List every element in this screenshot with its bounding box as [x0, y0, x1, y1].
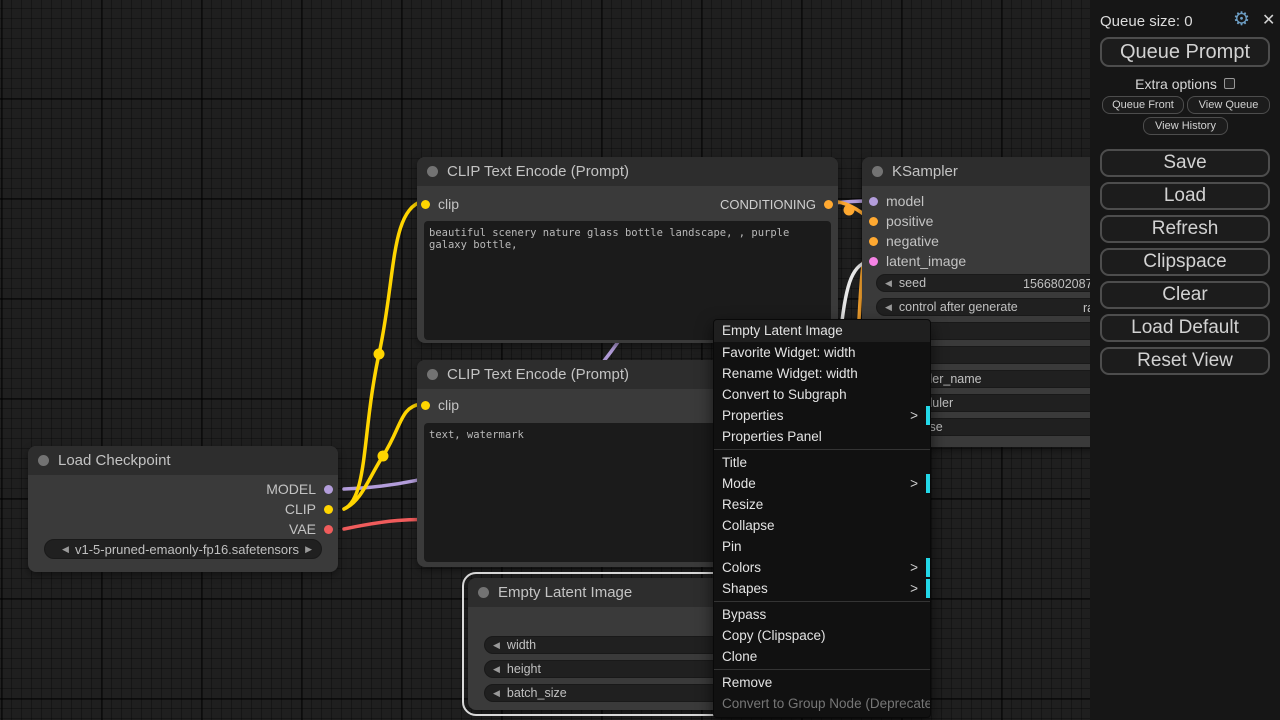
extra-options-label: Extra options — [1135, 76, 1217, 92]
conditioning-port-icon[interactable] — [869, 237, 878, 246]
submenu-arrow-icon — [910, 557, 918, 578]
menu-item-convert-to-group-node: Convert to Group Node (Deprecated) — [714, 693, 930, 714]
input-slot-clip[interactable]: clip — [417, 194, 627, 214]
context-menu: Empty Latent Image Favorite Widget: widt… — [713, 319, 931, 718]
comfyui-workspace: CLIP Text Encode (Prompt) clip CONDITION… — [0, 0, 1280, 720]
collapse-dot-icon[interactable] — [38, 455, 49, 466]
clipspace-button[interactable]: Clipspace — [1100, 248, 1270, 276]
output-slot-model[interactable]: MODEL — [28, 479, 338, 499]
node-title: KSampler — [892, 163, 958, 180]
decrement-arrow-icon[interactable] — [493, 689, 500, 698]
decrement-arrow-icon[interactable] — [493, 641, 500, 650]
node-title: CLIP Text Encode (Prompt) — [447, 366, 629, 383]
collapse-dot-icon[interactable] — [478, 587, 489, 598]
menu-item-properties-panel[interactable]: Properties Panel — [714, 426, 930, 447]
model-port-icon[interactable] — [324, 485, 333, 494]
node-title-bar[interactable]: Load Checkpoint — [28, 446, 338, 475]
menu-item-properties[interactable]: Properties — [714, 405, 930, 426]
menu-item-remove[interactable]: Remove — [714, 672, 930, 693]
menu-item-pin[interactable]: Pin — [714, 536, 930, 557]
menu-item-clone[interactable]: Clone — [714, 646, 930, 667]
clip-port-icon[interactable] — [324, 505, 333, 514]
reset-view-button[interactable]: Reset View — [1100, 347, 1270, 375]
menu-item-shapes[interactable]: Shapes — [714, 578, 930, 599]
output-slot-clip[interactable]: CLIP — [28, 499, 338, 519]
collapse-dot-icon[interactable] — [427, 369, 438, 380]
submenu-accent-bar — [926, 558, 930, 577]
view-history-button[interactable]: View History — [1143, 117, 1228, 135]
node-title-bar[interactable]: CLIP Text Encode (Prompt) — [417, 157, 838, 186]
menu-separator — [714, 669, 930, 670]
menu-item-title[interactable]: Title — [714, 452, 930, 473]
output-slot-vae[interactable]: VAE — [28, 519, 338, 539]
load-default-button[interactable]: Load Default — [1100, 314, 1270, 342]
clear-button[interactable]: Clear — [1100, 281, 1270, 309]
clip-port-icon[interactable] — [421, 200, 430, 209]
submenu-accent-bar — [926, 406, 930, 425]
menu-item-convert-to-subgraph[interactable]: Convert to Subgraph — [714, 384, 930, 405]
save-button[interactable]: Save — [1100, 149, 1270, 177]
prev-option-arrow-icon[interactable] — [62, 545, 69, 554]
menu-item-mode[interactable]: Mode — [714, 473, 930, 494]
vae-port-icon[interactable] — [324, 525, 333, 534]
menu-item-favorite-widget[interactable]: Favorite Widget: width — [714, 342, 930, 363]
queue-sidebar: Queue size: 0 ⚙ ✕ Queue Prompt Extra opt… — [1090, 0, 1280, 720]
latent-port-icon[interactable] — [869, 257, 878, 266]
menu-item-colors[interactable]: Colors — [714, 557, 930, 578]
refresh-button[interactable]: Refresh — [1100, 215, 1270, 243]
decrement-arrow-icon[interactable] — [885, 303, 892, 312]
submenu-arrow-icon — [910, 473, 918, 494]
queue-front-button[interactable]: Queue Front — [1102, 96, 1184, 114]
menu-separator — [714, 601, 930, 602]
context-menu-header: Empty Latent Image — [714, 320, 930, 342]
submenu-arrow-icon — [910, 578, 918, 599]
node-title: Load Checkpoint — [58, 452, 171, 469]
load-button[interactable]: Load — [1100, 182, 1270, 210]
output-slot-conditioning[interactable]: CONDITIONING — [627, 194, 838, 214]
model-port-icon[interactable] — [869, 197, 878, 206]
decrement-arrow-icon[interactable] — [885, 279, 892, 288]
node-load-checkpoint[interactable]: Load Checkpoint MODEL CLIP VAE v1-5-prun… — [28, 446, 338, 572]
extra-options-checkbox[interactable] — [1224, 78, 1235, 89]
submenu-accent-bar — [926, 579, 930, 598]
node-clip-text-encode-positive[interactable]: CLIP Text Encode (Prompt) clip CONDITION… — [417, 157, 838, 343]
menu-item-bypass[interactable]: Bypass — [714, 604, 930, 625]
close-icon[interactable]: ✕ — [1262, 10, 1275, 30]
next-option-arrow-icon[interactable] — [305, 545, 312, 554]
collapse-dot-icon[interactable] — [427, 166, 438, 177]
settings-gear-icon[interactable]: ⚙ — [1233, 8, 1250, 31]
conditioning-port-icon[interactable] — [824, 200, 833, 209]
clip-port-icon[interactable] — [421, 401, 430, 410]
queue-prompt-button[interactable]: Queue Prompt — [1100, 37, 1270, 67]
node-title: CLIP Text Encode (Prompt) — [447, 163, 629, 180]
menu-item-collapse[interactable]: Collapse — [714, 515, 930, 536]
collapse-dot-icon[interactable] — [872, 166, 883, 177]
conditioning-port-icon[interactable] — [869, 217, 878, 226]
decrement-arrow-icon[interactable] — [493, 665, 500, 674]
node-title: Empty Latent Image — [498, 584, 632, 601]
submenu-accent-bar — [926, 474, 930, 493]
queue-size-label: Queue size: 0 — [1100, 13, 1193, 30]
menu-separator — [714, 449, 930, 450]
menu-item-resize[interactable]: Resize — [714, 494, 930, 515]
ckpt-name-combo[interactable]: v1-5-pruned-emaonly-fp16.safetensors — [44, 539, 322, 559]
menu-item-copy-clipspace[interactable]: Copy (Clipspace) — [714, 625, 930, 646]
view-queue-button[interactable]: View Queue — [1187, 96, 1270, 114]
menu-item-rename-widget[interactable]: Rename Widget: width — [714, 363, 930, 384]
submenu-arrow-icon — [910, 405, 918, 426]
